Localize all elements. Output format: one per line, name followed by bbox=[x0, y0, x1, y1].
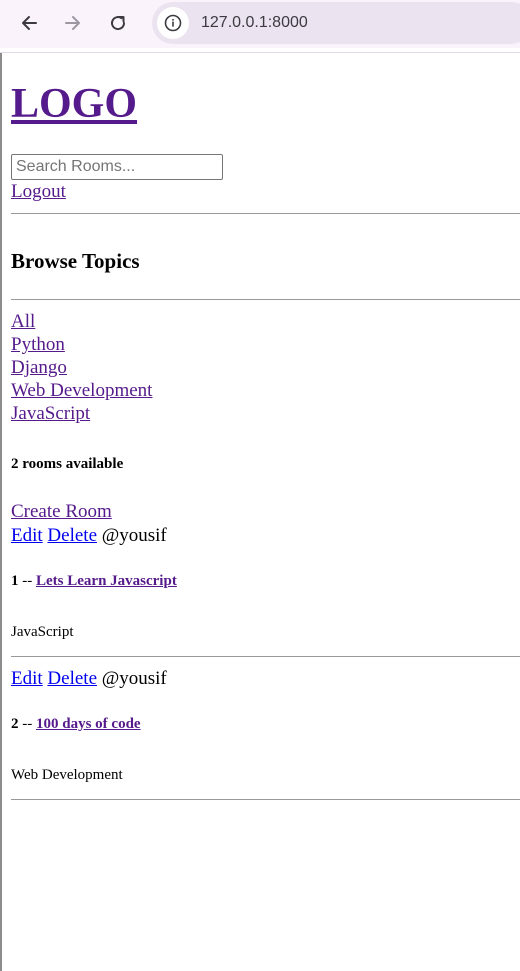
room-name-link[interactable]: Lets Learn Javascript bbox=[36, 573, 177, 589]
room-name-link[interactable]: 100 days of code bbox=[36, 716, 141, 732]
rooms-count: 2 rooms available bbox=[11, 456, 124, 472]
site-info-button[interactable] bbox=[157, 7, 189, 39]
window-left-edge bbox=[0, 53, 2, 971]
room-separator: -- bbox=[22, 573, 33, 589]
room-topic: JavaScript bbox=[11, 624, 74, 640]
room-host: @yousif bbox=[101, 668, 167, 689]
edit-room-link[interactable]: Edit bbox=[11, 668, 43, 689]
search-input[interactable] bbox=[11, 154, 223, 180]
room-divider bbox=[11, 656, 520, 657]
address-bar[interactable]: 127.0.0.1:8000 bbox=[152, 2, 520, 44]
room-divider bbox=[11, 799, 520, 800]
delete-room-link[interactable]: Delete bbox=[47, 668, 97, 689]
topic-link-python[interactable]: Python bbox=[11, 333, 152, 356]
room-title: 1 -- Lets Learn Javascript bbox=[11, 571, 177, 591]
create-room-link[interactable]: Create Room bbox=[11, 500, 112, 524]
topic-link-all[interactable]: All bbox=[11, 310, 152, 333]
delete-room-link[interactable]: Delete bbox=[47, 525, 97, 546]
forward-button[interactable] bbox=[60, 10, 86, 36]
reload-button[interactable] bbox=[105, 10, 131, 36]
room-actions: Edit Delete @yousif bbox=[11, 524, 167, 548]
room-id: 2 bbox=[11, 716, 19, 732]
room-id: 1 bbox=[11, 573, 19, 589]
browser-toolbar: 127.0.0.1:8000 bbox=[0, 0, 520, 48]
room-host: @yousif bbox=[101, 525, 167, 546]
toolbar-divider bbox=[0, 48, 520, 53]
topic-link-javascript[interactable]: JavaScript bbox=[11, 402, 152, 425]
logo-link[interactable]: LOGO bbox=[11, 80, 137, 128]
back-arrow-icon bbox=[22, 16, 37, 30]
room-topic: Web Development bbox=[11, 767, 123, 783]
topics-list: All Python Django Web Development JavaSc… bbox=[11, 310, 152, 425]
room-separator: -- bbox=[22, 716, 33, 732]
divider bbox=[11, 213, 520, 214]
back-button[interactable] bbox=[16, 10, 42, 36]
url-text: 127.0.0.1:8000 bbox=[201, 14, 308, 31]
room-title: 2 -- 100 days of code bbox=[11, 714, 141, 734]
browse-topics-heading: Browse Topics bbox=[11, 249, 140, 273]
logout-link[interactable]: Logout bbox=[11, 180, 66, 204]
divider bbox=[11, 299, 520, 300]
reload-icon bbox=[111, 16, 126, 31]
edit-room-link[interactable]: Edit bbox=[11, 525, 43, 546]
info-icon bbox=[164, 14, 182, 32]
topic-link-web-development[interactable]: Web Development bbox=[11, 379, 152, 402]
topic-link-django[interactable]: Django bbox=[11, 356, 152, 379]
forward-arrow-icon bbox=[65, 16, 80, 30]
room-actions: Edit Delete @yousif bbox=[11, 667, 167, 691]
